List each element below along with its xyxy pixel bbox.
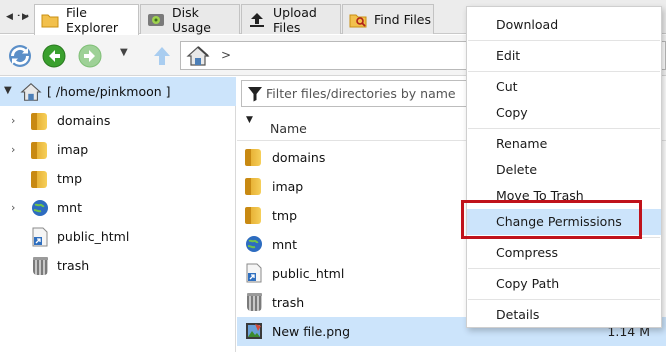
menu-item-download[interactable]: Download <box>467 12 661 38</box>
list-item-label: imap <box>272 179 304 194</box>
filter-icon <box>248 86 262 102</box>
sort-arrow-icon[interactable]: ▼ <box>246 115 253 125</box>
menu-item-cut[interactable]: Cut <box>467 74 661 100</box>
shortcut-icon <box>245 263 263 283</box>
filter-input[interactable] <box>266 83 476 104</box>
context-menu: Download Edit Cut Copy Rename Delete Mov… <box>466 6 662 328</box>
menu-item-label: Compress <box>496 245 559 260</box>
tree-item-tmp[interactable]: tmp <box>0 164 236 193</box>
folder-icon <box>31 140 49 160</box>
folder-icon <box>31 169 49 189</box>
chevron-right-icon[interactable]: › <box>11 201 15 214</box>
tree-item-domains[interactable]: › domains <box>0 106 236 135</box>
tab-label: Find Files <box>374 12 432 27</box>
tree-item-imap[interactable]: › imap <box>0 135 236 164</box>
menu-item-label: Cut <box>496 79 518 94</box>
disk-usage-icon <box>147 12 165 28</box>
menu-item-delete[interactable]: Delete <box>467 157 661 183</box>
menu-item-copy[interactable]: Copy <box>467 100 661 126</box>
list-item-label: public_html <box>272 266 345 281</box>
menu-divider <box>468 128 660 129</box>
image-file-icon <box>245 321 263 341</box>
chevron-right-icon[interactable]: ▶ <box>22 9 29 25</box>
globe-icon <box>245 234 263 254</box>
tab-file-explorer[interactable]: File Explorer <box>34 4 139 35</box>
highlight-annotation-box <box>461 200 642 239</box>
upload-icon <box>248 12 266 28</box>
up-button[interactable] <box>150 44 174 68</box>
chevron-right-icon[interactable]: › <box>11 143 15 156</box>
chevron-down-icon[interactable]: ▼ <box>4 85 12 96</box>
menu-divider <box>468 268 660 269</box>
list-item-label: New file.png <box>272 324 351 339</box>
tree-item-trash[interactable]: trash <box>0 251 236 280</box>
shortcut-icon <box>31 227 49 247</box>
menu-item-label: Copy Path <box>496 276 560 291</box>
tree-item-label: mnt <box>57 200 82 215</box>
tab-find-files[interactable]: Find Files <box>342 4 434 34</box>
folder-icon <box>245 147 263 167</box>
list-item-label: mnt <box>272 237 297 252</box>
tab-label: File Explorer <box>66 5 119 35</box>
globe-icon <box>31 198 49 218</box>
refresh-icon <box>9 45 31 67</box>
arrow-right-icon <box>78 44 102 68</box>
tree-item-label: imap <box>57 142 89 157</box>
menu-item-label: Details <box>496 307 540 322</box>
back-button[interactable] <box>42 44 66 68</box>
tab-label: Upload Files <box>273 4 317 35</box>
menu-divider <box>468 71 660 72</box>
column-name-header[interactable]: Name <box>270 121 307 136</box>
tree-root-label: [ /home/pinkmoon ] <box>47 84 171 99</box>
tab-upload-files[interactable]: Upload Files <box>241 4 341 35</box>
menu-item-label: Edit <box>496 48 521 63</box>
tree-item-label: tmp <box>57 171 83 186</box>
directory-tree: ▼ [ /home/pinkmoon ] › domains › imap tm… <box>0 77 236 352</box>
tab-label: Disk Usage <box>172 4 211 35</box>
tree-item-label: trash <box>57 258 90 273</box>
menu-item-label: Delete <box>496 162 538 177</box>
path-separator: > <box>221 48 232 62</box>
tree-item-mnt[interactable]: › mnt <box>0 193 236 222</box>
tree-item-label: domains <box>57 113 111 128</box>
menu-item-label: Rename <box>496 136 548 151</box>
find-files-icon <box>349 12 367 28</box>
menu-item-edit[interactable]: Edit <box>467 43 661 69</box>
filter-box[interactable] <box>241 80 481 107</box>
list-item-label: trash <box>272 295 305 310</box>
menu-item-details[interactable]: Details <box>467 302 661 328</box>
refresh-button[interactable] <box>8 44 32 68</box>
folder-icon <box>245 205 263 225</box>
trash-icon <box>245 292 263 312</box>
tree-item-label: public_html <box>57 229 130 244</box>
list-item-label: tmp <box>272 208 298 223</box>
menu-item-label: Copy <box>496 105 528 120</box>
chevron-right-icon[interactable]: › <box>11 114 15 127</box>
tab-disk-usage[interactable]: Disk Usage <box>140 4 240 35</box>
chevron-left-icon[interactable]: ◀ <box>6 9 13 25</box>
folder-icon <box>31 111 49 131</box>
list-item-label: domains <box>272 150 326 165</box>
tab-scroll-arrows[interactable]: ◀ ⋮ ▶ <box>4 9 32 25</box>
menu-divider <box>468 299 660 300</box>
tree-item-public-html[interactable]: public_html <box>0 222 236 251</box>
menu-item-label: Download <box>496 17 559 32</box>
forward-button[interactable] <box>78 44 102 68</box>
menu-item-rename[interactable]: Rename <box>467 131 661 157</box>
menu-item-compress[interactable]: Compress <box>467 240 661 266</box>
arrow-up-icon <box>154 47 170 65</box>
folder-icon <box>41 12 59 28</box>
menu-item-copy-path[interactable]: Copy Path <box>467 271 661 297</box>
tree-root[interactable]: ▼ [ /home/pinkmoon ] <box>0 77 236 106</box>
history-dropdown-icon[interactable]: ▼ <box>120 47 128 58</box>
folder-icon <box>245 176 263 196</box>
home-icon <box>20 81 42 103</box>
trash-icon <box>31 256 49 276</box>
menu-divider <box>468 40 660 41</box>
home-icon[interactable] <box>186 45 210 67</box>
arrow-left-icon <box>42 44 66 68</box>
